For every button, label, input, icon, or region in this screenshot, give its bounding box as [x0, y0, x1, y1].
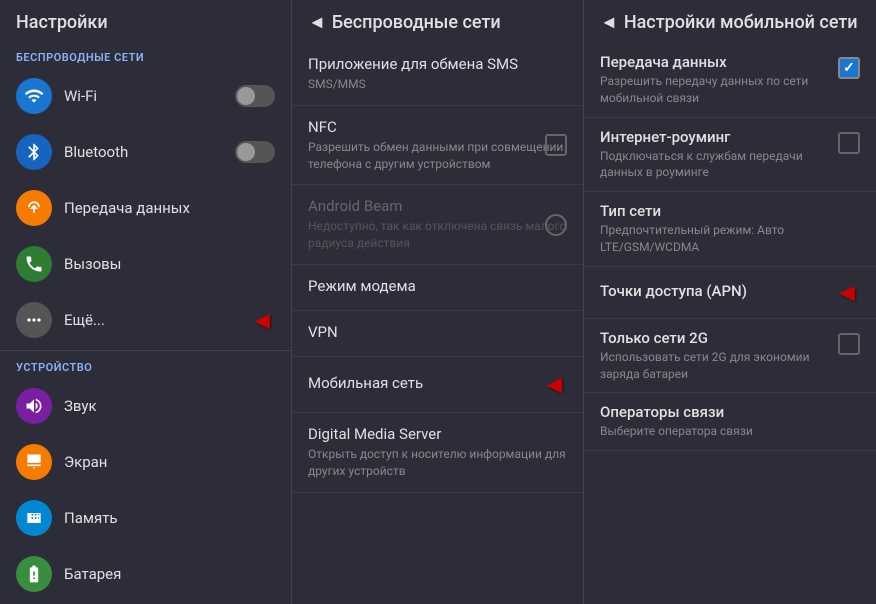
sidebar-item-calls[interactable]: Вызовы — [0, 236, 291, 292]
middle-item-android-beam: Android Beam Недоступно, так как отключе… — [292, 185, 583, 265]
checkmark-icon: ✓ — [843, 60, 855, 76]
data-label: Передача данных — [64, 199, 275, 217]
right-panel: ◄ Настройки мобильной сети Передача данн… — [584, 0, 876, 604]
dms-title: Digital Media Server — [308, 425, 567, 443]
sidebar-item-memory[interactable]: Память — [0, 490, 291, 546]
sidebar-item-sound[interactable]: Звук — [0, 378, 291, 434]
only-2g-title: Только сети 2G — [600, 329, 830, 347]
sms-sub: SMS/MMS — [308, 76, 567, 93]
network-type-title: Тип сети — [600, 202, 860, 220]
middle-panel-title: Беспроводные сети — [332, 12, 501, 33]
wifi-toggle[interactable] — [235, 85, 275, 107]
section-device-label: УСТРОЙСТВО — [0, 353, 291, 378]
right-panel-title: Настройки мобильной сети — [624, 12, 858, 33]
vpn-title: VPN — [308, 323, 567, 341]
screen-icon — [16, 444, 52, 480]
sms-title: Приложение для обмена SMS — [308, 55, 567, 73]
apn-title: Точки доступа (APN) — [600, 282, 826, 300]
section-wireless-label: БЕСПРОВОДНЫЕ СЕТИ — [0, 43, 291, 68]
battery-label: Батарея — [64, 565, 275, 583]
calls-icon — [16, 246, 52, 282]
middle-item-sms[interactable]: Приложение для обмена SMS SMS/MMS — [292, 43, 583, 106]
wifi-label: Wi-Fi — [64, 87, 235, 105]
network-type-sub: Предпочтительный режим: Авто LTE/GSM/WCD… — [600, 222, 860, 256]
right-panel-header: ◄ Настройки мобильной сети — [584, 0, 876, 43]
middle-panel: ◄ Беспроводные сети Приложение для обмен… — [292, 0, 584, 604]
middle-item-vpn[interactable]: VPN — [292, 311, 583, 357]
mobile-network-red-arrow: ◄ — [541, 369, 567, 400]
android-beam-radio — [545, 214, 567, 236]
sidebar-item-wifi[interactable]: Wi-Fi — [0, 68, 291, 124]
sidebar-item-screen[interactable]: Экран — [0, 434, 291, 490]
nfc-checkbox[interactable] — [545, 134, 567, 156]
calls-label: Вызовы — [64, 255, 275, 273]
data-transfer-sub: Разрешить передачу данных по сети мобиль… — [600, 73, 830, 107]
more-label: Ещё... — [64, 311, 241, 329]
more-red-arrow: ◄ — [249, 305, 275, 336]
bluetooth-label: Bluetooth — [64, 143, 235, 161]
screen-label: Экран — [64, 453, 275, 471]
middle-item-dms[interactable]: Digital Media Server Открыть доступ к но… — [292, 413, 583, 493]
dms-sub: Открыть доступ к носителю информации для… — [308, 446, 567, 480]
roaming-checkbox[interactable] — [838, 132, 860, 154]
android-beam-sub: Недоступно, так как отключена связь мало… — [308, 218, 567, 252]
sidebar-item-data[interactable]: Передача данных — [0, 180, 291, 236]
middle-item-nfc[interactable]: NFC Разрешить обмен данными при совмещен… — [292, 106, 583, 186]
operators-title: Операторы связи — [600, 403, 860, 421]
nfc-sub: Разрешить обмен данными при совмещении т… — [308, 139, 567, 173]
more-icon — [16, 302, 52, 338]
right-item-only-2g[interactable]: Только сети 2G Использовать сети 2G для … — [584, 319, 876, 394]
mobile-network-title: Мобильная сеть — [308, 374, 533, 392]
wifi-icon — [16, 78, 52, 114]
memory-label: Память — [64, 509, 275, 527]
sidebar-item-bluetooth[interactable]: Bluetooth — [0, 124, 291, 180]
sound-icon — [16, 388, 52, 424]
bluetooth-icon — [16, 134, 52, 170]
android-beam-title: Android Beam — [308, 197, 567, 215]
right-item-apn[interactable]: Точки доступа (APN) ◄ — [584, 267, 876, 319]
operators-sub: Выберите оператора связи — [600, 423, 860, 440]
nfc-title: NFC — [308, 118, 567, 136]
modem-title: Режим модема — [308, 277, 567, 295]
apn-red-arrow: ◄ — [834, 277, 860, 308]
middle-back-icon: ◄ — [308, 12, 326, 33]
right-item-operators[interactable]: Операторы связи Выберите оператора связи — [584, 393, 876, 451]
middle-item-modem[interactable]: Режим модема — [292, 265, 583, 311]
right-back-icon: ◄ — [600, 12, 618, 33]
bluetooth-toggle[interactable] — [235, 141, 275, 163]
settings-title: Настройки — [16, 12, 108, 33]
middle-item-mobile-network[interactable]: Мобильная сеть ◄ — [292, 357, 583, 413]
only-2g-sub: Использовать сети 2G для экономии заряда… — [600, 349, 830, 383]
data-transfer-icon — [16, 190, 52, 226]
divider-1 — [0, 350, 291, 351]
sidebar-item-battery[interactable]: Батарея — [0, 546, 291, 602]
right-item-data-transfer[interactable]: Передача данных Разрешить передачу данны… — [584, 43, 876, 118]
left-panel: Настройки БЕСПРОВОДНЫЕ СЕТИ Wi-Fi Blueto… — [0, 0, 292, 604]
middle-panel-header: ◄ Беспроводные сети — [292, 0, 583, 43]
sidebar-item-more[interactable]: Ещё... ◄ — [0, 292, 291, 348]
right-item-roaming[interactable]: Интернет-роуминг Подключаться к службам … — [584, 118, 876, 193]
data-transfer-checkbox[interactable]: ✓ — [838, 57, 860, 79]
sound-label: Звук — [64, 397, 275, 415]
data-transfer-title: Передача данных — [600, 53, 830, 71]
left-panel-title: Настройки — [0, 0, 291, 43]
right-item-network-type[interactable]: Тип сети Предпочтительный режим: Авто LT… — [584, 192, 876, 267]
battery-icon — [16, 556, 52, 592]
roaming-sub: Подключаться к службам передачи данных в… — [600, 148, 830, 182]
roaming-title: Интернет-роуминг — [600, 128, 830, 146]
memory-icon — [16, 500, 52, 536]
only-2g-checkbox[interactable] — [838, 333, 860, 355]
